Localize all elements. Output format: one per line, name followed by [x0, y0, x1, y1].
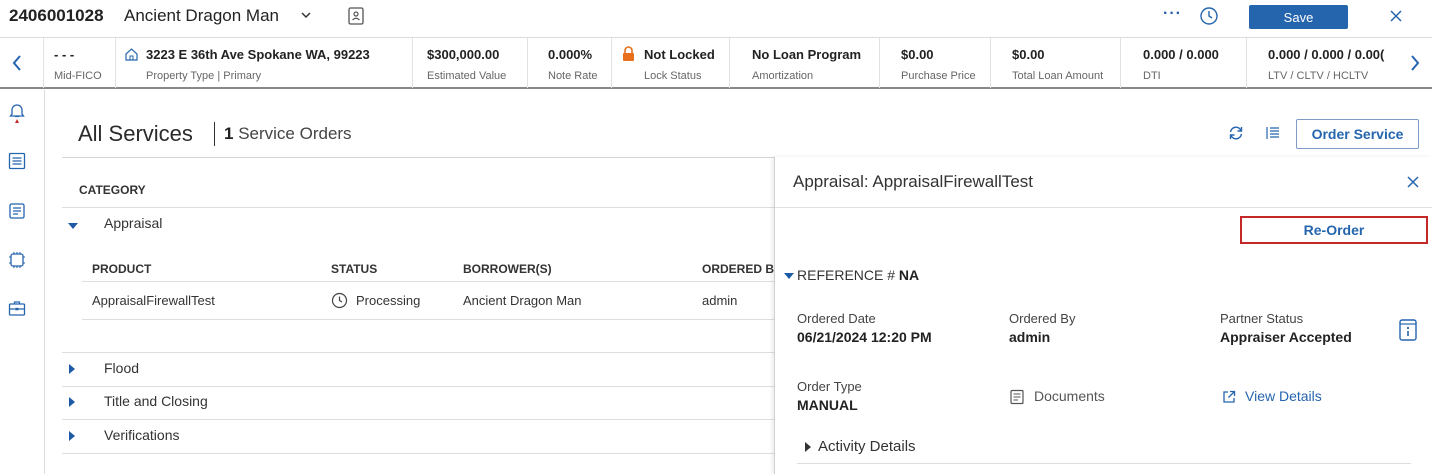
order-service-button[interactable]: Order Service [1296, 119, 1419, 149]
panel-title: Appraisal: AppraisalFirewallTest [793, 172, 1033, 191]
summary-loan-program: No Loan Program Amortization [729, 38, 879, 88]
activity-details-toggle[interactable]: Activity Details [818, 438, 916, 455]
order-type-label: Order Type [797, 379, 862, 394]
summary-estimated-value: $300,000.00 Estimated Value [412, 38, 527, 88]
bell-icon[interactable] [8, 102, 26, 124]
top-bar: 2406001028 Ancient Dragon Man ··· Save [0, 0, 1432, 36]
service-detail-panel: Appraisal: AppraisalFirewallTest Re-Orde… [774, 157, 1432, 474]
category-column-header: CATEGORY [79, 183, 146, 197]
title-divider [214, 122, 215, 146]
summary-lock-status[interactable]: Not Locked Lock Status [611, 38, 729, 88]
contact-card-icon[interactable] [346, 6, 366, 26]
documents-link[interactable]: Documents [1034, 388, 1105, 404]
view-details-link[interactable]: View Details [1245, 388, 1322, 404]
refresh-icon[interactable] [1227, 124, 1245, 142]
document-icon[interactable] [1009, 389, 1025, 405]
row-status: Processing [356, 293, 421, 308]
column-header-status: STATUS [331, 262, 378, 276]
ordered-by-label: Ordered By [1009, 311, 1076, 326]
caret-right-icon[interactable] [805, 442, 811, 452]
summary-property[interactable]: 3223 E 36th Ave Spokane WA, 99223 Proper… [115, 38, 412, 88]
info-icon[interactable] [1398, 318, 1418, 342]
history-icon[interactable] [1199, 6, 1219, 26]
summary-dti: 0.000 / 0.000 DTI [1120, 38, 1246, 88]
chevron-down-icon[interactable] [299, 8, 313, 22]
column-header-borrowers: BORROWER(S) [463, 262, 552, 276]
reorder-button[interactable]: Re-Order [1240, 216, 1428, 244]
left-rail [0, 90, 45, 474]
close-icon[interactable] [1406, 175, 1420, 189]
ordered-date-label: Ordered Date [797, 311, 876, 326]
loan-summary-strip: - - - Mid-FICO 3223 E 36th Ave Spokane W… [0, 37, 1432, 89]
summary-purchase-price: $0.00 Purchase Price [879, 38, 990, 88]
category-verifications[interactable]: Verifications [62, 422, 774, 450]
divider [62, 419, 774, 420]
column-header-product: PRODUCT [92, 262, 152, 276]
divider [82, 281, 774, 282]
divider [775, 207, 1432, 208]
home-icon [125, 48, 138, 61]
divider [62, 386, 774, 387]
list-icon[interactable] [8, 152, 26, 170]
divider [62, 453, 774, 454]
document-icon[interactable] [8, 202, 26, 220]
order-type-value: MANUAL [797, 397, 858, 413]
clock-icon [331, 292, 348, 309]
chevron-left-icon[interactable] [10, 53, 24, 73]
summary-total-loan-amount: $0.00 Total Loan Amount [990, 38, 1120, 88]
more-icon[interactable]: ··· [1163, 5, 1182, 23]
list-view-icon[interactable] [1264, 124, 1282, 142]
row-product[interactable]: AppraisalFirewallTest [92, 293, 215, 308]
chevron-right-icon[interactable] [1408, 53, 1422, 73]
caret-down-icon[interactable] [784, 273, 794, 279]
reference-number[interactable]: REFERENCE # NA [797, 267, 919, 283]
category-title-and-closing[interactable]: Title and Closing [62, 389, 774, 417]
external-link-icon[interactable] [1222, 390, 1236, 404]
briefcase-icon[interactable] [8, 299, 26, 317]
divider [82, 319, 774, 320]
borrower-name[interactable]: Ancient Dragon Man [124, 6, 279, 26]
category-appraisal[interactable]: Appraisal [62, 210, 774, 238]
caret-right-icon [69, 397, 75, 407]
caret-down-icon [68, 223, 78, 229]
summary-note-rate: 0.000% Note Rate [527, 38, 611, 88]
divider [797, 463, 1411, 464]
caret-right-icon [69, 364, 75, 374]
divider [62, 352, 774, 353]
caret-right-icon [69, 431, 75, 441]
row-borrower: Ancient Dragon Man [463, 293, 582, 308]
summary-mid-fico: - - - Mid-FICO [43, 38, 115, 88]
partner-status-label: Partner Status [1220, 311, 1304, 326]
ordered-by-value: admin [1009, 329, 1051, 345]
close-icon[interactable] [1388, 8, 1404, 24]
category-flood[interactable]: Flood [62, 355, 774, 383]
page-title: All Services [78, 121, 193, 146]
divider [62, 207, 774, 208]
summary-ltv: 0.000 / 0.000 / 0.00( LTV / CLTV / HCLTV [1246, 38, 1408, 88]
column-header-ordered-by: ORDERED BY [702, 262, 783, 276]
lock-icon [623, 46, 634, 61]
row-ordered-by: admin [702, 293, 738, 308]
ordered-date-value: 06/21/2024 12:20 PM [797, 329, 932, 345]
save-button[interactable]: Save [1249, 5, 1348, 29]
loan-number: 2406001028 [9, 6, 104, 25]
service-order-count: 1 Service Orders [224, 124, 352, 143]
chip-icon[interactable] [8, 251, 26, 269]
partner-status-value: Appraiser Accepted [1220, 329, 1352, 345]
